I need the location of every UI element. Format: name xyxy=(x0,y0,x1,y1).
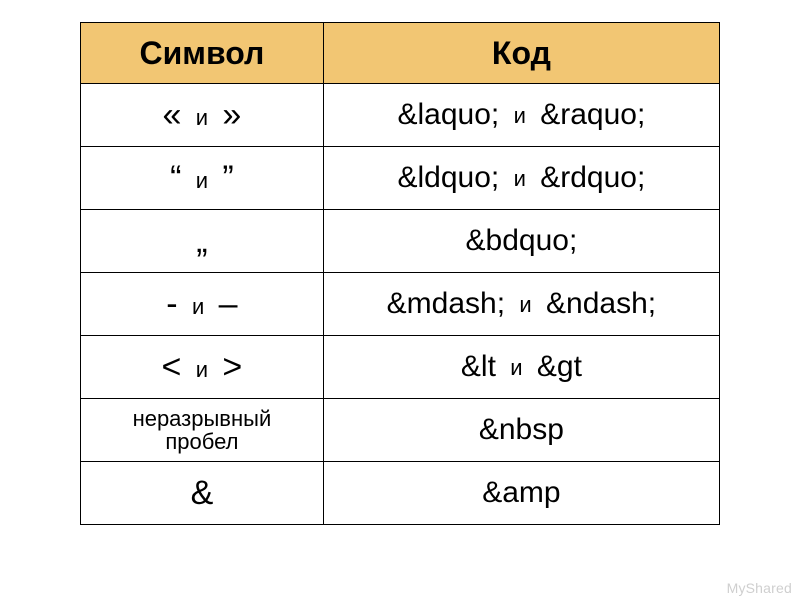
code-b: &gt xyxy=(537,350,582,383)
separator: и xyxy=(190,168,214,193)
watermark: MyShared xyxy=(727,580,792,596)
table-row: < и > &lt и &gt xyxy=(81,336,720,399)
symbol-cell: неразрывныйпробел xyxy=(81,399,324,462)
table-row: “ и ” &ldquo; и &rdquo; xyxy=(81,147,720,210)
header-symbol: Символ xyxy=(81,23,324,84)
code-a: &lt xyxy=(461,350,496,383)
symbol-a: & xyxy=(191,474,214,512)
symbol-cell: „ xyxy=(81,210,324,273)
code-a: &amp xyxy=(482,476,560,509)
code-b: &raquo; xyxy=(540,98,645,131)
code-cell: &nbsp xyxy=(323,399,719,462)
html-entities-table: Символ Код « и » &laquo; и &raquo; xyxy=(80,22,720,525)
code-cell: &ldquo; и &rdquo; xyxy=(323,147,719,210)
code-cell: &laquo; и &raquo; xyxy=(323,84,719,147)
code-b: &ndash; xyxy=(546,287,656,320)
header-row: Символ Код xyxy=(81,23,720,84)
code-b: &rdquo; xyxy=(540,161,645,194)
symbol-b: – xyxy=(219,285,238,323)
symbol-b: » xyxy=(222,96,241,134)
separator: и xyxy=(513,292,537,317)
code-cell: &bdquo; xyxy=(323,210,719,273)
separator: и xyxy=(508,103,532,128)
code-a: &bdquo; xyxy=(466,224,578,257)
separator: и xyxy=(186,294,210,319)
code-cell: &mdash; и &ndash; xyxy=(323,273,719,336)
code-cell: &lt и &gt xyxy=(323,336,719,399)
symbol-a: “ xyxy=(170,159,181,197)
symbol-cell: « и » xyxy=(81,84,324,147)
table-row: неразрывныйпробел &nbsp xyxy=(81,399,720,462)
symbol-a: < xyxy=(162,348,182,386)
table-row: „ &bdquo; xyxy=(81,210,720,273)
symbol-cell: “ и ” xyxy=(81,147,324,210)
code-a: &laquo; xyxy=(398,98,500,131)
header-code: Код xyxy=(323,23,719,84)
code-cell: &amp xyxy=(323,462,719,525)
table-row: & &amp xyxy=(81,462,720,525)
separator: и xyxy=(504,355,528,380)
entity-table: Символ Код « и » &laquo; и &raquo; xyxy=(80,22,720,525)
symbol-a: - xyxy=(166,285,177,323)
code-a: &mdash; xyxy=(387,287,505,320)
symbol-a: „ xyxy=(196,222,207,260)
symbol-cell: & xyxy=(81,462,324,525)
code-a: &ldquo; xyxy=(398,161,500,194)
symbol-b: ” xyxy=(222,159,233,197)
symbol-b: > xyxy=(222,348,242,386)
symbol-cell: - и – xyxy=(81,273,324,336)
separator: и xyxy=(508,166,532,191)
code-a: &nbsp xyxy=(479,413,564,446)
table-row: - и – &mdash; и &ndash; xyxy=(81,273,720,336)
table-row: « и » &laquo; и &raquo; xyxy=(81,84,720,147)
symbol-cell: < и > xyxy=(81,336,324,399)
separator: и xyxy=(190,105,214,130)
separator: и xyxy=(190,357,214,382)
symbol-text: неразрывныйпробел xyxy=(133,406,272,454)
symbol-a: « xyxy=(162,96,181,134)
